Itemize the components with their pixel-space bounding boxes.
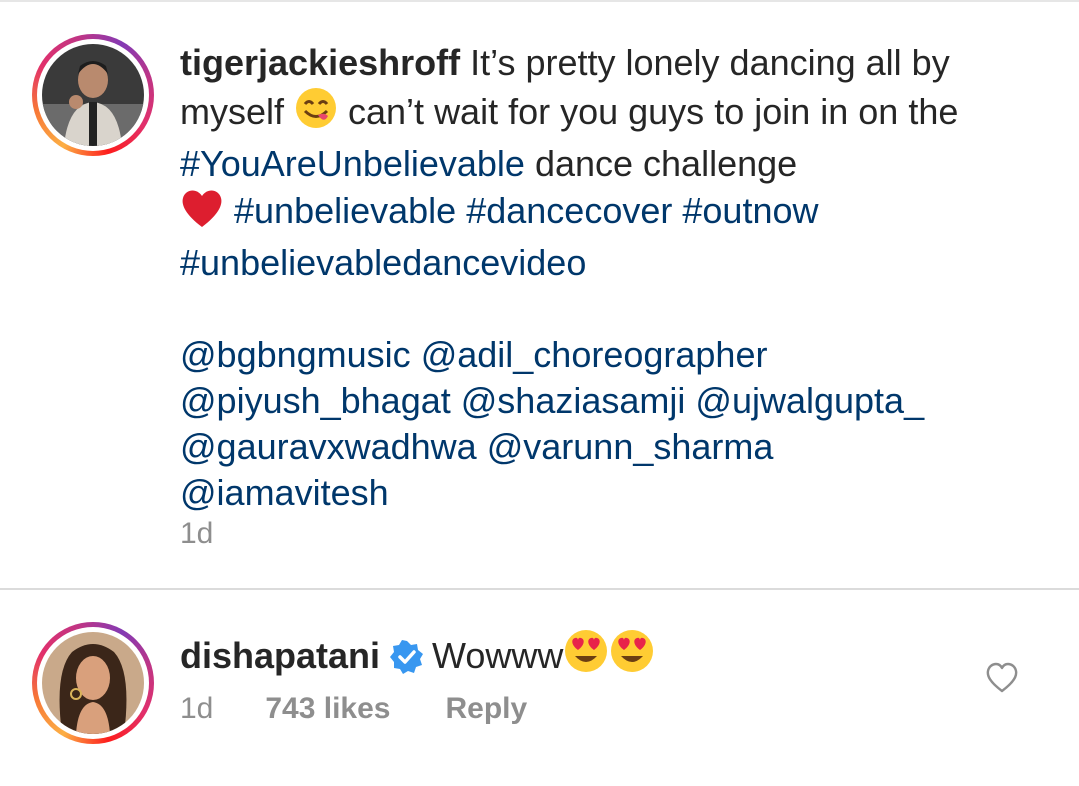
post-author-avatar[interactable] <box>32 34 154 156</box>
mention-link[interactable]: @piyush_bhagat <box>180 380 451 421</box>
mention-link[interactable]: @bgbngmusic <box>180 334 411 375</box>
avatar-photo <box>42 44 144 146</box>
comment-meta: 1d 743 likes Reply <box>180 692 527 726</box>
top-border <box>0 0 1079 2</box>
heart-eyes-emoji-icon <box>609 628 655 685</box>
caption-text-3: dance challenge <box>524 143 798 184</box>
hashtag-link[interactable]: #outnow <box>682 190 818 231</box>
verified-badge-icon <box>390 639 424 685</box>
post-caption: tigerjackieshroff It’s pretty lonely dan… <box>180 40 1040 516</box>
comment-author-avatar[interactable] <box>32 622 154 744</box>
divider <box>0 588 1079 590</box>
mention-link[interactable]: @adil_choreographer <box>421 334 768 375</box>
hashtag-link[interactable]: #YouAreUnbelievable <box>180 143 525 184</box>
hashtag-link[interactable]: #dancecover <box>466 190 672 231</box>
avatar-photo <box>42 632 144 734</box>
caption-text-2: can’t wait for you guys to join in on th… <box>338 91 959 132</box>
post-timestamp: 1d <box>180 517 214 550</box>
mention-link[interactable]: @iamavitesh <box>180 472 389 513</box>
comment-text: Wowww <box>432 635 564 676</box>
likes-count[interactable]: 743 likes <box>265 692 390 726</box>
comment: dishapatani Wowww <box>180 628 655 685</box>
reply-button[interactable]: Reply <box>446 692 528 726</box>
post-username[interactable]: tigerjackieshroff <box>180 42 460 83</box>
heart-outline-icon[interactable] <box>985 662 1019 694</box>
yum-face-emoji-icon <box>294 86 338 141</box>
red-heart-emoji-icon <box>180 187 224 240</box>
mention-link[interactable]: @gauravxwadhwa <box>180 426 477 467</box>
mention-link[interactable]: @shaziasamji <box>461 380 686 421</box>
heart-eyes-emoji-icon <box>563 628 609 685</box>
comment-username[interactable]: dishapatani <box>180 635 380 676</box>
mention-link[interactable]: @varunn_sharma <box>487 426 774 467</box>
mention-link[interactable]: @ujwalgupta_ <box>695 380 924 421</box>
hashtag-link[interactable]: #unbelievabledancevideo <box>180 242 586 283</box>
comment-timestamp: 1d <box>180 692 214 725</box>
hashtag-link[interactable]: #unbelievable <box>234 190 456 231</box>
